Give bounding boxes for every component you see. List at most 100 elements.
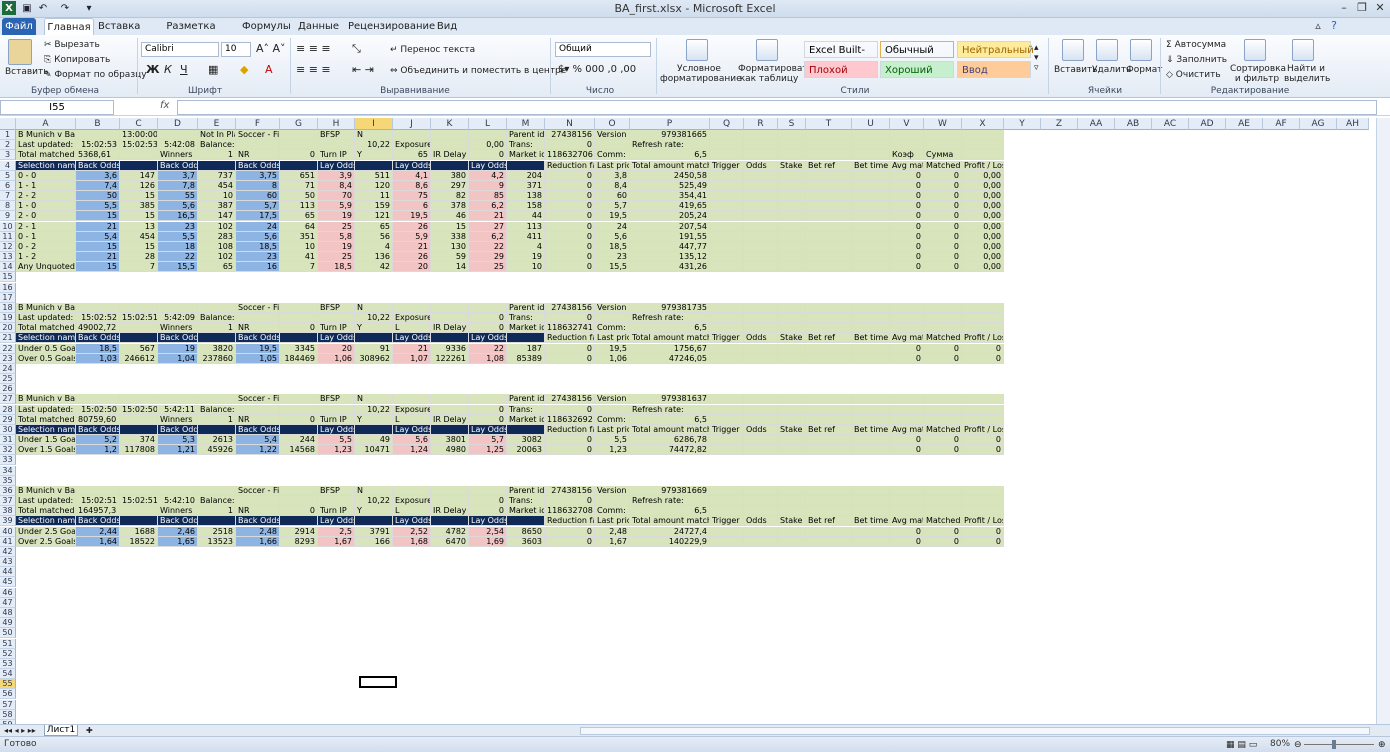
- cell[interactable]: Lay Odds 3: [469, 516, 507, 527]
- cell[interactable]: [158, 485, 198, 496]
- cell[interactable]: [924, 414, 962, 425]
- cell[interactable]: 5:42:10: [158, 496, 198, 507]
- row-header[interactable]: 6: [0, 180, 16, 191]
- column-header[interactable]: C: [120, 118, 158, 130]
- cell[interactable]: Version: [595, 302, 630, 313]
- column-header[interactable]: AC: [1152, 118, 1189, 130]
- cell[interactable]: 1: [198, 323, 236, 334]
- cell[interactable]: N: [355, 130, 393, 140]
- cell[interactable]: [852, 313, 890, 324]
- cell[interactable]: [778, 323, 806, 334]
- cell[interactable]: 130: [431, 241, 469, 252]
- cell[interactable]: 237860: [198, 353, 236, 364]
- cell[interactable]: [710, 150, 744, 161]
- cell[interactable]: Profit / Loss: [962, 160, 1004, 171]
- cell[interactable]: 20: [393, 262, 431, 273]
- cell[interactable]: 15:02:51: [120, 496, 158, 507]
- cell[interactable]: 0: [545, 241, 595, 252]
- cell[interactable]: 0: [924, 191, 962, 202]
- column-header[interactable]: AG: [1300, 118, 1337, 130]
- cell[interactable]: [158, 130, 198, 140]
- cell[interactable]: Reduction fac: [545, 160, 595, 171]
- cell[interactable]: 0: [924, 201, 962, 212]
- cell[interactable]: [778, 445, 806, 456]
- cell[interactable]: [710, 343, 744, 354]
- cell[interactable]: 0: [890, 435, 924, 446]
- cell[interactable]: 1,05: [236, 353, 280, 364]
- cell[interactable]: [778, 262, 806, 273]
- cell[interactable]: [778, 191, 806, 202]
- row-header[interactable]: 48: [0, 607, 16, 618]
- cell[interactable]: Exposure:: [393, 140, 431, 151]
- cell[interactable]: [806, 536, 852, 547]
- cell[interactable]: [236, 496, 280, 507]
- cell[interactable]: [744, 262, 778, 273]
- cell[interactable]: Selection name: [16, 333, 76, 344]
- column-header[interactable]: L: [469, 118, 507, 130]
- cell[interactable]: 15: [120, 191, 158, 202]
- cell[interactable]: 50: [280, 191, 318, 202]
- cell[interactable]: 205,24: [630, 211, 710, 222]
- row-header[interactable]: 30: [0, 424, 16, 435]
- cell[interactable]: B Munich v Barcelona - 20:45 Over/Under …: [16, 485, 76, 496]
- cell[interactable]: Y: [355, 150, 393, 161]
- cell[interactable]: 0,00: [962, 180, 1004, 191]
- cell[interactable]: [280, 313, 318, 324]
- row-header[interactable]: 29: [0, 414, 16, 425]
- cell[interactable]: 0: [962, 526, 1004, 537]
- column-header[interactable]: I: [355, 118, 393, 130]
- cell[interactable]: 0: [545, 262, 595, 273]
- cell[interactable]: 0: [890, 221, 924, 232]
- copy-button[interactable]: ⎘ Копировать: [44, 54, 110, 66]
- cell[interactable]: 0: [890, 343, 924, 354]
- cell[interactable]: 5:42:09: [158, 313, 198, 324]
- row-header[interactable]: 46: [0, 587, 16, 598]
- cell[interactable]: 204: [507, 170, 545, 181]
- row-header[interactable]: 34: [0, 465, 16, 476]
- cell[interactable]: Winners: [158, 150, 198, 161]
- cell[interactable]: Last price: [595, 424, 630, 435]
- cell[interactable]: 207,54: [630, 221, 710, 232]
- cell[interactable]: 0: [924, 241, 962, 252]
- cell[interactable]: [236, 140, 280, 151]
- cell[interactable]: B Munich v Barcelona - 20:45 Half Time S…: [16, 130, 76, 140]
- cell[interactable]: [120, 394, 158, 405]
- cell[interactable]: 18,5: [76, 343, 120, 354]
- row-header[interactable]: 43: [0, 557, 16, 568]
- column-header[interactable]: X: [962, 118, 1004, 130]
- cell[interactable]: [120, 485, 158, 496]
- cell[interactable]: [778, 526, 806, 537]
- column-header[interactable]: Q: [710, 118, 744, 130]
- cell[interactable]: [778, 211, 806, 222]
- cell[interactable]: 8650: [507, 526, 545, 537]
- cell[interactable]: Version: [595, 130, 630, 140]
- cell[interactable]: Back Odds 3: [76, 516, 120, 527]
- cell[interactable]: [280, 404, 318, 415]
- cell[interactable]: [744, 526, 778, 537]
- column-header[interactable]: Y: [1004, 118, 1041, 130]
- cell[interactable]: Trans:: [507, 496, 545, 507]
- cell[interactable]: [507, 424, 545, 435]
- cell[interactable]: [890, 140, 924, 151]
- cell[interactable]: 13523: [198, 536, 236, 547]
- cell[interactable]: 2,46: [158, 526, 198, 537]
- cell[interactable]: 15:02:53: [76, 140, 120, 151]
- cell[interactable]: 374: [120, 435, 158, 446]
- cell[interactable]: Selection name: [16, 424, 76, 435]
- orientation-icon[interactable]: ⤡: [352, 43, 361, 55]
- cell[interactable]: [806, 221, 852, 232]
- cell[interactable]: [852, 404, 890, 415]
- cell[interactable]: 126: [120, 180, 158, 191]
- cell[interactable]: 6,5: [630, 506, 710, 517]
- cell[interactable]: 7,8: [158, 180, 198, 191]
- cell[interactable]: [852, 394, 890, 405]
- cell[interactable]: [710, 536, 744, 547]
- cell[interactable]: Lay Odds 2: [393, 160, 431, 171]
- cell[interactable]: 1,23: [595, 445, 630, 456]
- column-header[interactable]: AA: [1078, 118, 1115, 130]
- cell[interactable]: [806, 353, 852, 364]
- cell[interactable]: 0: [924, 221, 962, 232]
- cell[interactable]: 5,5: [595, 435, 630, 446]
- cell[interactable]: Under 0.5 Goals: [16, 343, 76, 354]
- cell[interactable]: B Munich v Barcelona - 20:45 Over/Under …: [16, 302, 76, 313]
